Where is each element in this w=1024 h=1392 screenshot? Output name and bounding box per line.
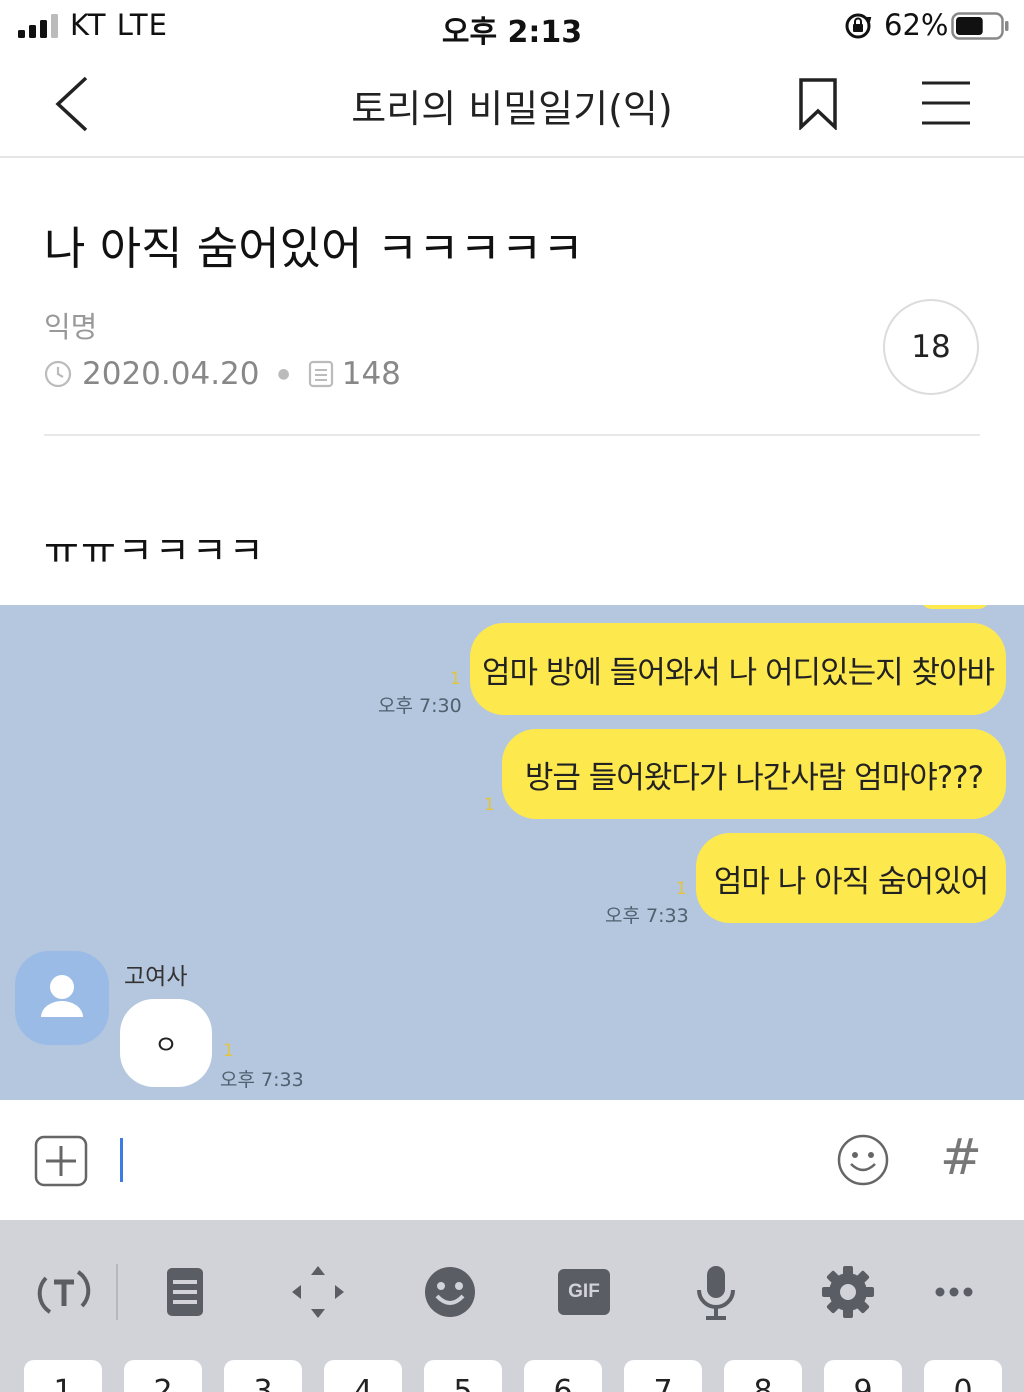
- cursor-move-icon[interactable]: [288, 1262, 348, 1322]
- comment-count-button[interactable]: 18: [883, 299, 979, 395]
- menu-icon[interactable]: [922, 80, 970, 126]
- post-author[interactable]: 익명: [44, 304, 97, 346]
- chat-bubble: 엄마 방에 들어와서 나 어디있는지 찾아바: [470, 623, 1006, 715]
- board-title: 토리의 비밀일기(익): [351, 87, 673, 131]
- post-body: ㅠㅠㅋㅋㅋㅋ: [44, 529, 266, 573]
- key-1[interactable]: 1: [24, 1360, 102, 1392]
- more-icon[interactable]: [924, 1262, 984, 1322]
- read-count: 1: [450, 669, 461, 689]
- nav-bar: 토리의 비밀일기(익): [0, 52, 1024, 158]
- toolbar-divider: [116, 1264, 118, 1320]
- gif-icon[interactable]: GIF: [554, 1262, 614, 1322]
- settings-icon[interactable]: [818, 1262, 878, 1322]
- key-label: 6: [553, 1374, 573, 1392]
- chat-bubble: 엄마 나 아직 숨어있어: [696, 833, 1006, 923]
- key-label: 2: [153, 1374, 173, 1392]
- key-8[interactable]: 8: [724, 1360, 802, 1392]
- message-text: 엄마 방에 들어와서 나 어디있는지 찾아바: [481, 654, 995, 691]
- clipboard-icon[interactable]: [155, 1262, 215, 1322]
- read-count: 1: [676, 879, 687, 899]
- sender-name: 고여사: [124, 964, 188, 990]
- key-label: 8: [753, 1374, 773, 1392]
- previous-bubble: [920, 605, 990, 609]
- microphone-icon[interactable]: [686, 1262, 746, 1322]
- post-meta: 2020.04.20 ● 148: [44, 354, 401, 394]
- hashtag-icon[interactable]: #: [940, 1128, 982, 1186]
- read-count: 1: [223, 1041, 234, 1061]
- key-7[interactable]: 7: [624, 1360, 702, 1392]
- chat-screenshot: 엄마 방에 들어와서 나 어디있는지 찾아바 1 오후 7:30 방금 들어왔다…: [0, 605, 1024, 1100]
- views-icon: [308, 360, 333, 388]
- clock-icon: [44, 360, 72, 388]
- comment-input[interactable]: [120, 1138, 123, 1182]
- message-text: 엄마 나 아직 숨어있어: [713, 863, 989, 900]
- gif-label: GIF: [558, 1269, 610, 1315]
- key-2[interactable]: 2: [124, 1360, 202, 1392]
- post-title: 나 아직 숨어있어 ㅋㅋㅋㅋㅋ: [44, 222, 584, 275]
- avatar: [15, 951, 109, 1045]
- reply-text: ㅇ: [154, 1030, 178, 1061]
- message-text: 방금 들어왔다가 나간사람 엄마야???: [524, 759, 984, 796]
- person-icon: [41, 975, 83, 1017]
- translate-icon[interactable]: [34, 1262, 94, 1322]
- status-bar: KT LTE 오후 2:13 62%: [0, 0, 1024, 52]
- reply-bubble: ㅇ: [120, 999, 212, 1087]
- key-0[interactable]: 0: [924, 1360, 1002, 1392]
- chat-bubble: 방금 들어왔다가 나간사람 엄마야???: [502, 729, 1006, 819]
- meta-separator: ●: [277, 366, 290, 382]
- emoji-icon[interactable]: [836, 1133, 890, 1187]
- key-label: 5: [453, 1374, 473, 1392]
- keyboard: GIF 1 2 3 4 5 6 7 8 9 0: [0, 1220, 1024, 1392]
- bookmark-icon[interactable]: [798, 78, 838, 130]
- key-9[interactable]: 9: [824, 1360, 902, 1392]
- read-count: 1: [484, 795, 495, 815]
- comment-count: 18: [911, 329, 951, 365]
- rotation-lock-icon: [845, 13, 872, 39]
- key-label: 3: [253, 1374, 273, 1392]
- message-time: 오후 7:30: [378, 695, 462, 717]
- message-time: 오후 7:33: [605, 905, 689, 927]
- post-date: 2020.04.20: [82, 356, 260, 392]
- key-label: 7: [653, 1374, 673, 1392]
- comment-input-bar: #: [0, 1100, 1024, 1220]
- key-label: 9: [853, 1374, 873, 1392]
- key-label: 4: [353, 1374, 373, 1392]
- post-views: 148: [341, 356, 401, 392]
- plus-icon[interactable]: [34, 1135, 88, 1187]
- message-time: 오후 7:33: [220, 1069, 304, 1091]
- key-label: 0: [953, 1374, 973, 1392]
- divider: [44, 434, 980, 436]
- key-4[interactable]: 4: [324, 1360, 402, 1392]
- emoji-icon[interactable]: [420, 1262, 480, 1322]
- battery-percent: 62%: [884, 8, 949, 42]
- number-key-row: 1 2 3 4 5 6 7 8 9 0: [0, 1360, 1024, 1392]
- key-5[interactable]: 5: [424, 1360, 502, 1392]
- key-3[interactable]: 3: [224, 1360, 302, 1392]
- key-label: 1: [53, 1374, 73, 1392]
- battery-icon: [951, 12, 1009, 40]
- key-6[interactable]: 6: [524, 1360, 602, 1392]
